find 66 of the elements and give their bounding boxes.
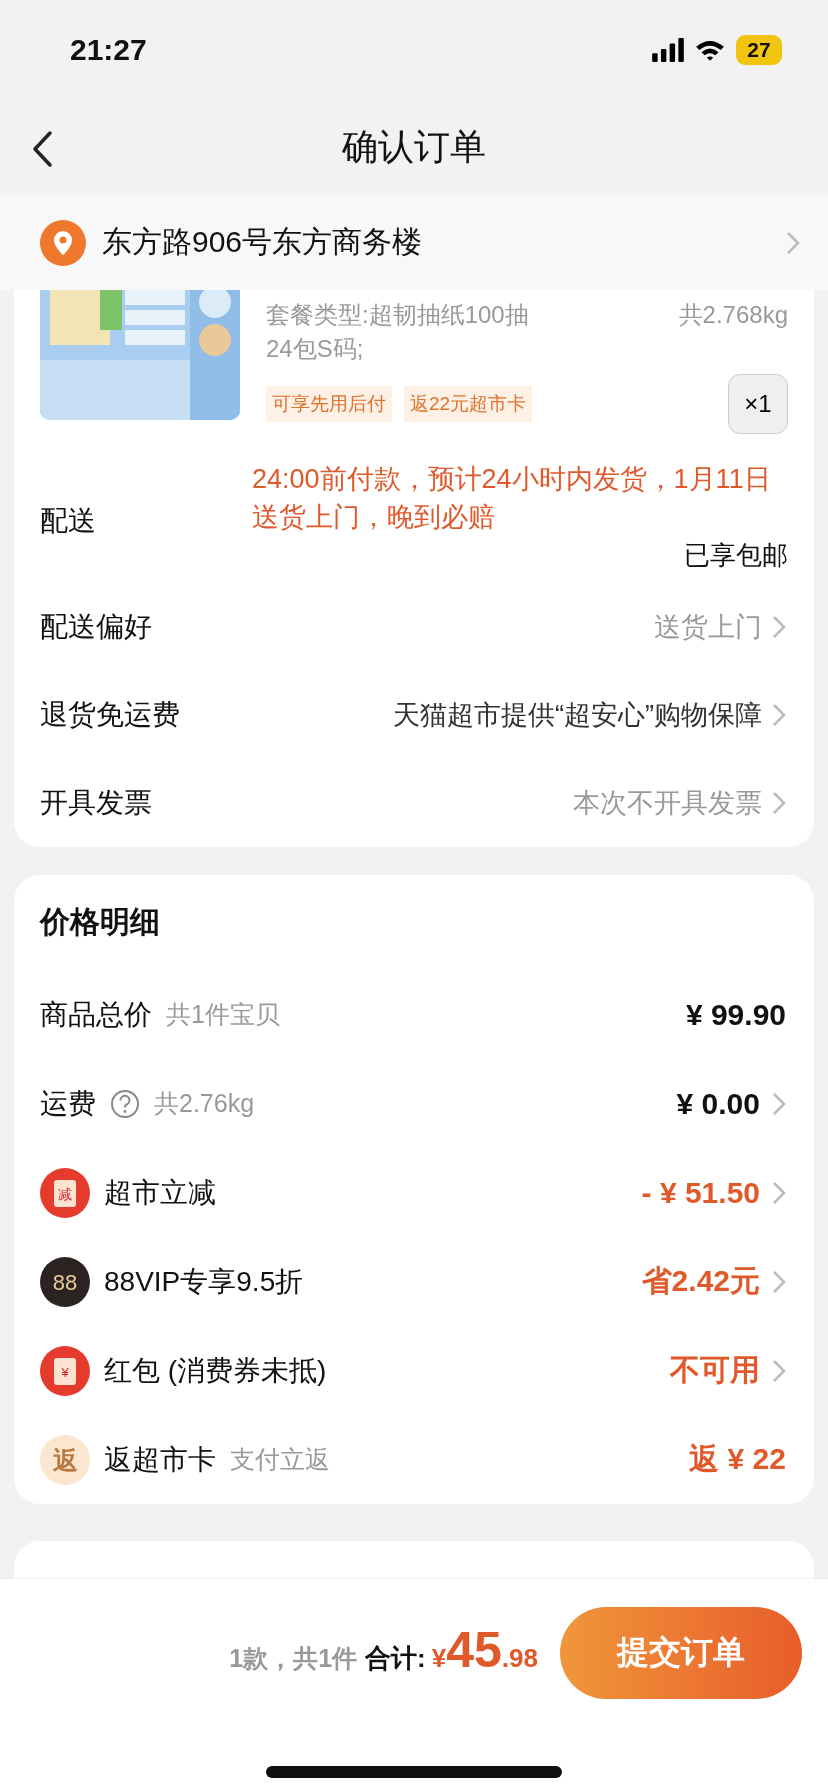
chevron-icon (772, 791, 786, 815)
address-text: 东方路906号东方商务楼 (102, 224, 424, 260)
chevron-icon (772, 615, 786, 639)
envelope-icon: ¥ (40, 1345, 90, 1396)
price-row[interactable]: 返 返超市卡 支付立返 返 ¥ 22 (14, 1415, 814, 1504)
row-note: 支付立返 (230, 1444, 330, 1475)
status-time: 21:27 (70, 33, 147, 67)
row-label: 88VIP专享9.5折 (104, 1264, 304, 1299)
row-label: 红包 (消费券未抵) (104, 1353, 327, 1388)
product-spec: 套餐类型:超韧抽纸100抽24包S码; (266, 300, 530, 364)
row-label: 配送 (40, 504, 97, 538)
price-value: 省2.42元 (641, 1263, 760, 1299)
wifi-icon (694, 38, 726, 62)
row-note: 共1件宝贝 (166, 999, 280, 1030)
row-note: 共2.76kg (154, 1088, 255, 1119)
product-weight: 共2.768kg (678, 300, 788, 330)
chevron-icon (772, 1180, 786, 1205)
price-row[interactable]: ¥ 红包 (消费券未抵) 不可用 (14, 1326, 814, 1415)
settings-row[interactable]: 配送偏好 送货上门 (14, 583, 814, 671)
rebate-icon: 返 (40, 1434, 90, 1485)
price-row[interactable]: 减 超市立减 - ¥ 51.50 (14, 1148, 814, 1237)
vip-icon: 88 (40, 1256, 90, 1307)
price-value: - ¥ 51.50 (641, 1175, 760, 1210)
price-value: ¥ 99.90 (685, 997, 786, 1032)
address-bar[interactable]: 东方路906号东方商务楼 (0, 195, 828, 290)
settings-row[interactable]: 退货免运费 天猫超市提供“超安心”购物保障 (14, 671, 814, 759)
total-decimal: .98 (501, 1643, 538, 1674)
row-label: 开具发票 (40, 786, 153, 820)
quantity-button[interactable]: ×1 (728, 374, 788, 434)
chevron-icon (772, 1091, 786, 1116)
price-value: ¥ 0.00 (676, 1086, 760, 1121)
battery-level: 27 (736, 35, 782, 65)
back-icon[interactable] (30, 130, 54, 168)
section-title: 价格明细 (38, 904, 161, 940)
row-value: 天猫超市提供“超安心”购物保障 (393, 699, 762, 732)
discount-icon: 减 (40, 1167, 90, 1218)
settings-row[interactable]: 开具发票 本次不开具发票 (14, 759, 814, 847)
promo-tag: 返22元超市卡 (404, 386, 533, 422)
item-count: 1款，共1件 (229, 1643, 358, 1674)
chevron-icon (772, 1269, 786, 1294)
row-label: 退货免运费 (40, 698, 181, 732)
row-value: 本次不开具发票 (573, 787, 762, 820)
delivery-note: 24:00前付款，预计24小时内发货，1月11日送货上门，晚到必赔 (252, 463, 772, 534)
row-label: 商品总价 (40, 997, 152, 1032)
price-value: 返 ¥ 22 (689, 1441, 786, 1477)
price-row[interactable]: 运费 共2.76kg ¥ 0.00 (14, 1059, 814, 1148)
row-value: 送货上门 (654, 611, 762, 644)
chevron-icon (772, 703, 786, 727)
chevron-icon (772, 1358, 786, 1383)
help-icon[interactable] (110, 1088, 140, 1119)
chevron-icon (786, 230, 800, 255)
signal-icon (652, 38, 684, 62)
price-row[interactable]: 商品总价 共1件宝贝 ¥ 99.90 (14, 970, 814, 1059)
location-pin-icon (40, 219, 86, 266)
shipping-status: 已享包邮 (684, 539, 788, 572)
price-value: 不可用 (670, 1352, 760, 1388)
page-title: 确认订单 (342, 125, 486, 169)
row-label: 返超市卡 (104, 1442, 216, 1477)
total-label: 合计: (365, 1642, 426, 1675)
currency-sign: ¥ (431, 1643, 447, 1674)
row-label: 超市立减 (104, 1175, 216, 1210)
row-label: 运费 (40, 1086, 96, 1121)
promo-tag: 可享先用后付 (266, 386, 392, 422)
row-label: 配送偏好 (40, 610, 153, 644)
total-amount: 45 (446, 1621, 502, 1679)
price-row[interactable]: 88 88VIP专享9.5折 省2.42元 (14, 1237, 814, 1326)
